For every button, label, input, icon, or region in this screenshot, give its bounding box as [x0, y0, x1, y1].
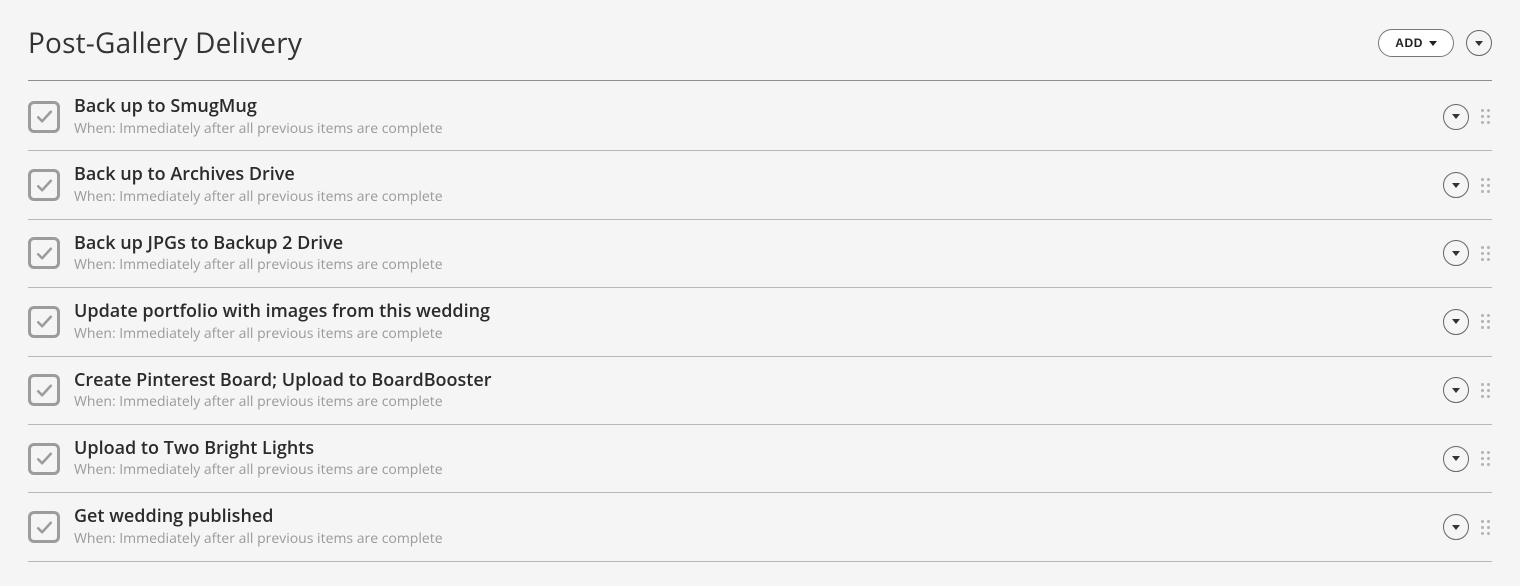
caret-down-icon: [1429, 41, 1437, 46]
add-button-label: ADD: [1395, 36, 1423, 50]
caret-down-icon: [1452, 183, 1460, 188]
task-menu-button[interactable]: [1443, 240, 1469, 266]
task-text: Get wedding published When: Immediately …: [74, 505, 1429, 548]
task-row: Get wedding published When: Immediately …: [28, 493, 1492, 561]
caret-down-icon: [1452, 388, 1460, 393]
caret-down-icon: [1452, 319, 1460, 324]
task-menu-button[interactable]: [1443, 172, 1469, 198]
check-icon: [35, 449, 54, 468]
task-row: Upload to Two Bright Lights When: Immedi…: [28, 425, 1492, 493]
task-row: Update portfolio with images from this w…: [28, 288, 1492, 356]
task-checkbox[interactable]: [28, 101, 60, 133]
task-menu-button[interactable]: [1443, 377, 1469, 403]
task-menu-button[interactable]: [1443, 514, 1469, 540]
task-row-actions: [1443, 514, 1492, 540]
task-when: When: Immediately after all previous ite…: [74, 256, 1429, 275]
task-menu-button[interactable]: [1443, 104, 1469, 130]
task-row: Back up to Archives Drive When: Immediat…: [28, 151, 1492, 219]
check-icon: [35, 518, 54, 537]
drag-handle-icon[interactable]: [1479, 176, 1492, 195]
task-checkbox[interactable]: [28, 169, 60, 201]
caret-down-icon: [1452, 525, 1460, 530]
task-menu-button[interactable]: [1443, 309, 1469, 335]
task-row-actions: [1443, 172, 1492, 198]
drag-handle-icon[interactable]: [1479, 449, 1492, 468]
task-menu-button[interactable]: [1443, 446, 1469, 472]
task-title: Back up JPGs to Backup 2 Drive: [74, 232, 1429, 255]
section-menu-button[interactable]: [1466, 30, 1492, 56]
task-row-actions: [1443, 104, 1492, 130]
check-icon: [35, 244, 54, 263]
task-when: When: Immediately after all previous ite…: [74, 393, 1429, 412]
section-header: Post-Gallery Delivery ADD: [28, 24, 1492, 81]
task-when: When: Immediately after all previous ite…: [74, 188, 1429, 207]
drag-handle-icon[interactable]: [1479, 518, 1492, 537]
task-row: Create Pinterest Board; Upload to BoardB…: [28, 357, 1492, 425]
task-when: When: Immediately after all previous ite…: [74, 530, 1429, 549]
task-checkbox[interactable]: [28, 306, 60, 338]
drag-handle-icon[interactable]: [1479, 312, 1492, 331]
task-title: Back up to Archives Drive: [74, 163, 1429, 186]
header-actions: ADD: [1378, 29, 1492, 57]
check-icon: [35, 312, 54, 331]
task-row-actions: [1443, 309, 1492, 335]
check-icon: [35, 381, 54, 400]
task-list: Back up to SmugMug When: Immediately aft…: [28, 83, 1492, 562]
task-row: Back up JPGs to Backup 2 Drive When: Imm…: [28, 220, 1492, 288]
caret-down-icon: [1452, 251, 1460, 256]
task-text: Back up JPGs to Backup 2 Drive When: Imm…: [74, 232, 1429, 275]
task-checkbox[interactable]: [28, 443, 60, 475]
task-row-actions: [1443, 240, 1492, 266]
task-title: Update portfolio with images from this w…: [74, 300, 1429, 323]
task-text: Update portfolio with images from this w…: [74, 300, 1429, 343]
task-row: Back up to SmugMug When: Immediately aft…: [28, 83, 1492, 151]
task-when: When: Immediately after all previous ite…: [74, 325, 1429, 344]
task-text: Upload to Two Bright Lights When: Immedi…: [74, 437, 1429, 480]
task-row-actions: [1443, 446, 1492, 472]
add-button[interactable]: ADD: [1378, 29, 1454, 57]
task-text: Create Pinterest Board; Upload to BoardB…: [74, 369, 1429, 412]
task-title: Back up to SmugMug: [74, 95, 1429, 118]
task-row-actions: [1443, 377, 1492, 403]
drag-handle-icon[interactable]: [1479, 381, 1492, 400]
caret-down-icon: [1475, 41, 1483, 46]
caret-down-icon: [1452, 114, 1460, 119]
caret-down-icon: [1452, 456, 1460, 461]
check-icon: [35, 107, 54, 126]
section-title: Post-Gallery Delivery: [28, 24, 302, 62]
task-title: Create Pinterest Board; Upload to BoardB…: [74, 369, 1429, 392]
task-text: Back up to SmugMug When: Immediately aft…: [74, 95, 1429, 138]
task-when: When: Immediately after all previous ite…: [74, 461, 1429, 480]
task-checkbox[interactable]: [28, 237, 60, 269]
task-checkbox[interactable]: [28, 374, 60, 406]
task-title: Get wedding published: [74, 505, 1429, 528]
task-when: When: Immediately after all previous ite…: [74, 120, 1429, 139]
task-checkbox[interactable]: [28, 511, 60, 543]
drag-handle-icon[interactable]: [1479, 107, 1492, 126]
check-icon: [35, 176, 54, 195]
task-title: Upload to Two Bright Lights: [74, 437, 1429, 460]
task-text: Back up to Archives Drive When: Immediat…: [74, 163, 1429, 206]
drag-handle-icon[interactable]: [1479, 244, 1492, 263]
